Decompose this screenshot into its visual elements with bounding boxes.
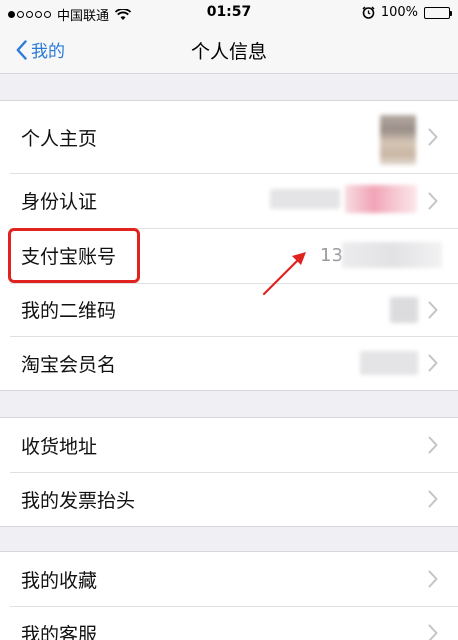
qr-thumbnail [390,297,418,323]
row-label: 我的收藏 [21,569,98,592]
battery-icon [424,6,452,19]
row-label: 支付宝账号 [21,246,117,268]
alarm-clock-icon [362,6,375,19]
row-identity-verification[interactable]: 身份认证 [0,173,458,228]
avatar [380,115,416,165]
row-label: 我的发票抬头 [21,489,136,512]
chevron-right-icon [428,354,438,372]
masked-value [345,185,417,213]
row-my-customer-service[interactable]: 我的客服 [0,606,458,640]
favorites-group: 我的收藏 我的客服 [0,551,458,640]
masked-value [270,189,340,209]
row-label: 淘宝会员名 [21,353,117,376]
row-label: 个人主页 [21,127,98,150]
chevron-right-icon [428,192,438,209]
chevron-right-icon [428,436,438,454]
masked-value [360,351,418,375]
row-shipping-address[interactable]: 收货地址 [0,418,458,472]
chevron-right-icon [428,570,438,588]
row-my-favorites[interactable]: 我的收藏 [0,552,458,606]
row-alipay-account[interactable]: 支付宝账号 13 [0,228,458,283]
row-invoice-title[interactable]: 我的发票抬头 [0,472,458,526]
row-taobao-member-name[interactable]: 淘宝会员名 [0,336,458,390]
row-label: 收货地址 [21,435,98,458]
chevron-right-icon [428,301,438,318]
row-personal-homepage[interactable]: 个人主页 [0,101,458,173]
annotation-arrow [262,252,306,296]
chevron-right-icon [428,128,438,146]
address-group: 收货地址 我的发票抬头 [0,417,458,527]
chevron-right-icon [428,624,438,640]
row-my-qrcode[interactable]: 我的二维码 [0,283,458,336]
row-label: 我的二维码 [21,300,117,322]
page-title: 个人信息 [190,41,267,63]
profile-group: 个人主页 身份认证 支付宝账号 13 我的二维码 淘宝会员名 [0,100,458,391]
alipay-account-value: 13 [320,245,343,266]
navigation-bar: 我的 个人信息 [0,28,458,74]
chevron-right-icon [428,490,438,508]
row-label: 我的客服 [21,624,98,640]
masked-value [342,242,442,268]
battery-percent: 100% [380,5,418,20]
status-bar: 中国联通 01:57 100% [0,0,458,28]
status-right: 100% [362,5,452,20]
row-label: 身份认证 [21,191,98,213]
